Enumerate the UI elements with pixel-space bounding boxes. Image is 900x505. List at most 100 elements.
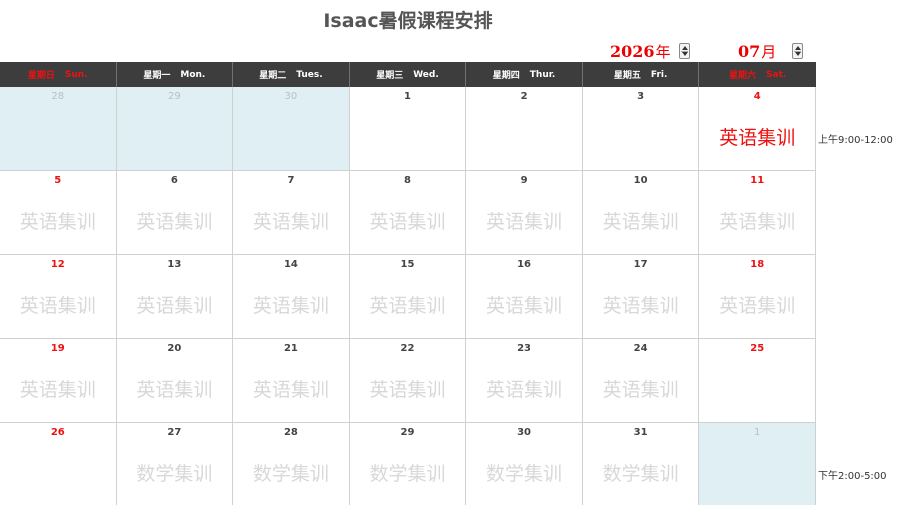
course-event[interactable]: 英语集训: [466, 207, 582, 234]
day-number: 30: [517, 427, 532, 438]
course-event[interactable]: 英语集训: [583, 291, 699, 318]
course-event[interactable]: 英语集训: [583, 375, 699, 402]
page-title: Isaac暑假课程安排: [323, 10, 493, 32]
weekday-header-cell: 星期二 Tues.: [233, 62, 350, 87]
year-down-icon[interactable]: [681, 52, 688, 56]
weekday-header-cell: 星期一 Mon.: [117, 62, 234, 87]
month-selector[interactable]: 07 月: [738, 40, 804, 62]
weekday-en-label: Sat.: [766, 69, 787, 80]
course-event[interactable]: 数学集训: [117, 459, 233, 486]
calendar-day-cell[interactable]: 11 英语集训: [699, 171, 816, 255]
day-number: 9: [520, 175, 528, 186]
calendar-day-cell[interactable]: 25: [699, 339, 816, 423]
course-event[interactable]: 英语集训: [233, 375, 349, 402]
calendar-day-cell[interactable]: 5 英语集训: [0, 171, 117, 255]
course-event[interactable]: 英语集训: [583, 207, 699, 234]
course-event[interactable]: 英语集训: [0, 291, 116, 318]
weekday-cn-label: 星期五: [613, 71, 641, 81]
day-number: 12: [50, 259, 65, 270]
day-number: 18: [750, 259, 765, 270]
month-down-icon[interactable]: [795, 52, 802, 56]
course-event[interactable]: 数学集训: [466, 459, 582, 486]
course-event[interactable]: 英语集训: [117, 207, 233, 234]
calendar-day-cell[interactable]: 10 英语集训: [582, 171, 700, 255]
calendar-day-cell[interactable]: 22 英语集训: [349, 339, 467, 423]
day-number: 5: [54, 175, 62, 186]
year-spinner[interactable]: [678, 43, 690, 59]
course-event[interactable]: 英语集训: [117, 291, 233, 318]
course-event[interactable]: 英语集训: [466, 291, 582, 318]
calendar-day-cell[interactable]: 27 数学集训: [117, 423, 234, 505]
course-event[interactable]: 英语集训: [0, 207, 116, 234]
course-event[interactable]: 英语集训: [0, 375, 116, 402]
day-number: 17: [633, 259, 648, 270]
course-event[interactable]: 英语集训: [350, 375, 466, 402]
calendar-day-cell[interactable]: 6 英语集训: [116, 171, 234, 255]
weekday-en-label: Sun.: [64, 69, 88, 80]
calendar-day-cell[interactable]: 18 英语集训: [699, 255, 816, 339]
day-number: 15: [400, 259, 415, 270]
weekday-header-cell: 星期四 Thur.: [466, 62, 583, 87]
course-event[interactable]: 英语集训: [350, 291, 466, 318]
calendar-day-cell[interactable]: 28 数学集训: [233, 423, 350, 505]
day-number: 14: [283, 259, 298, 270]
calendar-day-cell[interactable]: 24 英语集训: [582, 339, 700, 423]
calendar-day-cell[interactable]: 12 英语集训: [0, 255, 117, 339]
year-selector[interactable]: 2026 年: [610, 40, 690, 62]
day-number: 29: [400, 427, 415, 438]
day-number: 1: [754, 427, 761, 438]
weekday-en-label: Thur.: [529, 69, 556, 80]
calendar-day-cell[interactable]: 14 英语集训: [233, 255, 350, 339]
weekday-cn-label: 星期三: [376, 71, 404, 81]
calendar-day-cell[interactable]: 1: [349, 87, 467, 171]
calendar-day-cell[interactable]: 9 英语集训: [466, 171, 583, 255]
course-event[interactable]: 英语集训: [466, 375, 582, 402]
day-number: 29: [167, 91, 181, 102]
day-number: 16: [517, 259, 532, 270]
month-up-icon[interactable]: [795, 46, 802, 50]
calendar-day-cell[interactable]: 30 数学集训: [466, 423, 583, 505]
calendar-day-cell[interactable]: 26: [0, 423, 117, 505]
calendar-day-cell[interactable]: 29: [116, 87, 234, 171]
calendar-day-cell[interactable]: 19 英语集训: [0, 339, 117, 423]
course-event[interactable]: 英语集训: [699, 291, 815, 318]
calendar-day-cell[interactable]: 31 数学集训: [583, 423, 700, 505]
calendar-day-cell[interactable]: 15 英语集训: [349, 255, 467, 339]
calendar-day-cell[interactable]: 8 英语集训: [349, 171, 467, 255]
calendar-day-cell[interactable]: 20 英语集训: [116, 339, 234, 423]
calendar-day-cell[interactable]: 13 英语集训: [116, 255, 234, 339]
calendar-day-cell[interactable]: 28: [0, 87, 117, 171]
day-number: 31: [633, 427, 648, 438]
day-number: 30: [284, 91, 298, 102]
calendar-day-cell[interactable]: 29 数学集训: [350, 423, 467, 505]
calendar-day-cell[interactable]: 30: [233, 87, 350, 171]
day-number: 26: [50, 427, 65, 438]
calendar-day-cell[interactable]: 1: [699, 423, 816, 505]
course-event[interactable]: 英语集训: [233, 207, 349, 234]
calendar-day-cell[interactable]: 3: [582, 87, 700, 171]
calendar-day-cell[interactable]: 21 英语集训: [233, 339, 350, 423]
course-event[interactable]: 英语集训: [350, 207, 466, 234]
year-up-icon[interactable]: [681, 46, 688, 50]
day-number: 4: [753, 91, 761, 102]
calendar-day-cell[interactable]: 16 英语集训: [466, 255, 583, 339]
day-number: 23: [517, 343, 532, 354]
calendar-day-cell[interactable]: 4 英语集训: [699, 87, 816, 171]
course-event[interactable]: 英语集训: [699, 123, 815, 150]
calendar-day-cell[interactable]: 17 英语集训: [582, 255, 700, 339]
weekday-header: 星期日 Sun. 星期一 Mon. 星期二 Tues. 星期三 Wed. 星期四 Thur. 星期五…: [0, 62, 816, 87]
month-spinner[interactable]: [792, 43, 804, 59]
course-event[interactable]: 英语集训: [699, 207, 815, 234]
day-number: 3: [637, 91, 645, 102]
course-event[interactable]: 数学集训: [350, 459, 466, 486]
course-event[interactable]: 数学集训: [233, 459, 349, 486]
day-number: 27: [167, 427, 182, 438]
calendar-day-cell[interactable]: 7 英语集训: [233, 171, 350, 255]
course-event[interactable]: 数学集训: [583, 459, 699, 486]
calendar-day-cell[interactable]: 23 英语集训: [466, 339, 583, 423]
weekday-en-label: Fri.: [650, 69, 668, 80]
course-event[interactable]: 英语集训: [233, 291, 349, 318]
day-number: 10: [633, 175, 648, 186]
calendar-day-cell[interactable]: 2: [466, 87, 583, 171]
course-event[interactable]: 英语集训: [117, 375, 233, 402]
